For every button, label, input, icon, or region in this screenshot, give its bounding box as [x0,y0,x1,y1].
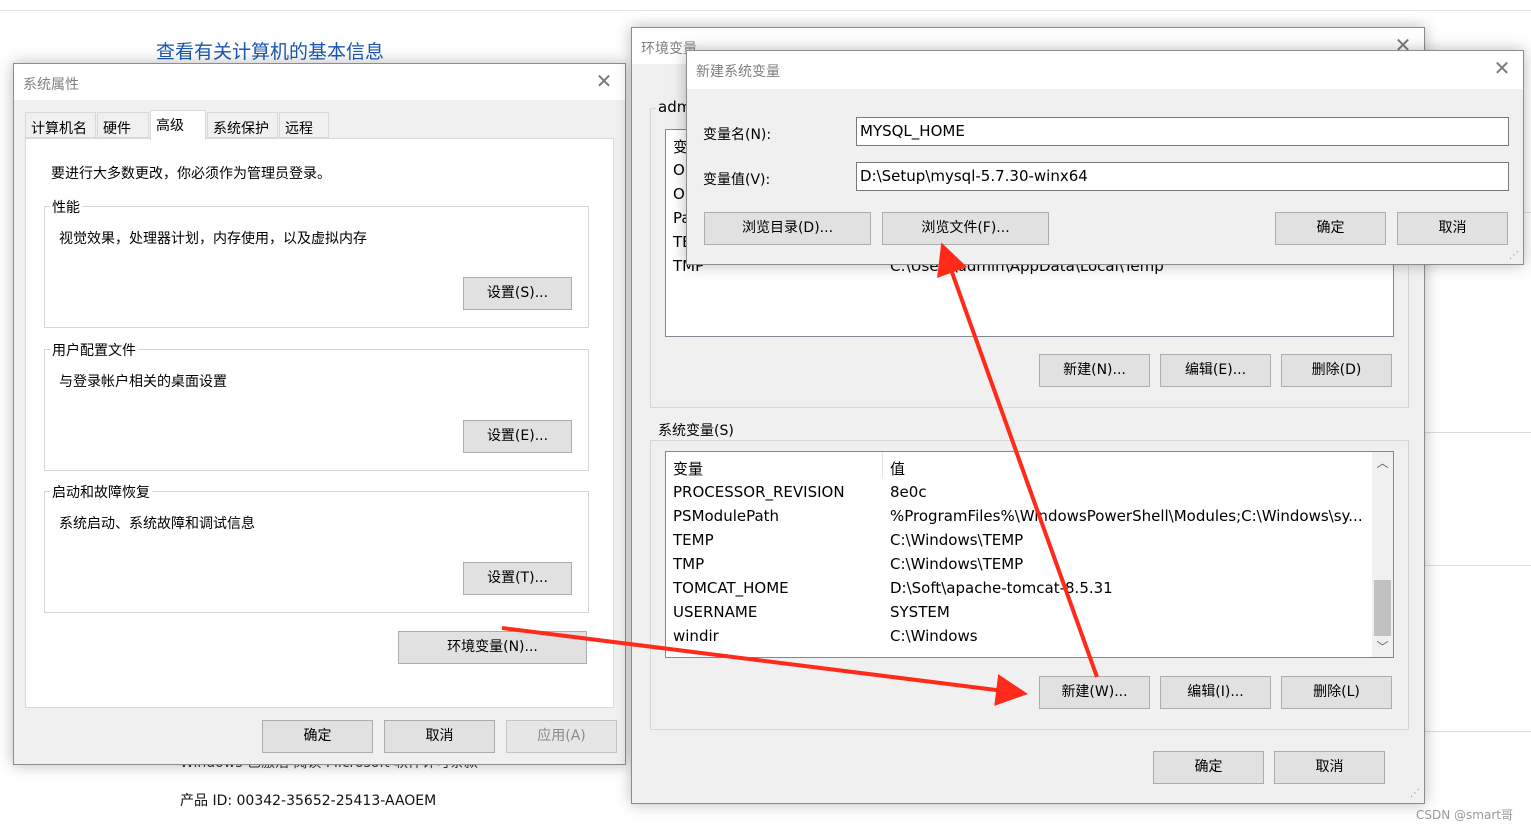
system-edit-button[interactable]: 编辑(I)... [1160,676,1271,709]
table-row-value[interactable]: 8e0c [890,483,927,501]
csdn-watermark: CSDN @smart哥 [1416,808,1513,822]
table-row-name[interactable]: USERNAME [673,603,757,621]
table-row-name[interactable]: TOMCAT_HOME [673,579,789,597]
table-row-value[interactable]: C:\Windows [890,627,978,645]
user-profile-desc: 与登录帐户相关的桌面设置 [59,374,227,390]
user-profile-label: 用户配置文件 [50,340,138,360]
new-system-variable-dialog: 新建系统变量 ✕ 变量名(N): MYSQL_HOME 变量值(V): D:\S… [686,50,1524,265]
newvar-ok-button[interactable]: 确定 [1275,212,1386,245]
startup-recovery-label: 启动和故障恢复 [50,482,152,502]
resize-grip-icon[interactable]: ⋰ [1410,788,1420,799]
envvars-cancel-button[interactable]: 取消 [1274,751,1385,784]
sysprops-apply-button[interactable]: 应用(A) [506,720,617,753]
system-variables-list[interactable]: 变量 值 PROCESSOR_REVISION 8e0c PSModulePat… [665,451,1394,658]
envvars-ok-button[interactable]: 确定 [1153,751,1264,784]
sysprops-titlebar[interactable]: 系统属性 [14,64,625,100]
right-divider-2 [1425,432,1531,433]
system-new-button[interactable]: 新建(W)... [1039,676,1150,709]
tab-hardware[interactable]: 硬件 [97,112,149,138]
table-row-value[interactable]: C:\Windows\TEMP [890,555,1023,573]
startup-recovery-desc: 系统启动、系统故障和调试信息 [59,516,255,532]
page-heading: 查看有关计算机的基本信息 [156,41,385,63]
user-new-button[interactable]: 新建(N)... [1039,354,1150,387]
table-row-value[interactable]: C:\Windows\TEMP [890,531,1023,549]
tab-remote[interactable]: 远程 [279,112,329,138]
scrollbar-thumb[interactable] [1374,580,1391,636]
scroll-down-icon[interactable]: ﹀ [1372,638,1393,656]
environment-variables-button[interactable]: 环境变量(N)... [398,631,587,664]
user-delete-button[interactable]: 删除(D) [1281,354,1392,387]
close-icon[interactable]: ✕ [591,70,617,94]
performance-settings-button[interactable]: 设置(S)... [463,277,572,310]
admin-note: 要进行大多数更改，你必须作为管理员登录。 [51,166,331,182]
system-delete-button[interactable]: 删除(L) [1281,676,1392,709]
system-variables-label: 系统变量(S) [656,420,736,440]
user-edit-button[interactable]: 编辑(E)... [1160,354,1271,387]
advanced-tab-sheet: 要进行大多数更改，你必须作为管理员登录。 性能 视觉效果，处理器计划，内存使用，… [25,138,614,708]
column-header-variable[interactable]: 变量 [673,458,703,479]
newvar-title: 新建系统变量 [696,64,780,80]
scroll-up-icon[interactable]: ︿ [1372,454,1393,472]
table-row-name[interactable]: PROCESSOR_REVISION [673,483,845,501]
startup-recovery-settings-button[interactable]: 设置(T)... [463,562,572,595]
right-divider-3 [1425,565,1531,566]
sysprops-cancel-button[interactable]: 取消 [384,720,495,753]
table-row-name[interactable]: windir [673,627,719,645]
table-row-value[interactable]: D:\Soft\apache-tomcat-8.5.31 [890,579,1113,597]
column-divider [882,452,883,478]
product-id: 产品 ID: 00342-35652-25413-AAOEM [180,793,437,809]
close-icon[interactable]: ✕ [1489,57,1515,81]
right-divider-4 [1425,731,1531,732]
performance-desc: 视觉效果，处理器计划，内存使用，以及虚拟内存 [59,231,367,247]
table-row-name[interactable]: TEMP [673,531,714,549]
system-properties-dialog: 系统属性 ✕ 计算机名 硬件 高级 系统保护 远程 要进行大多数更改，你必须作为… [13,63,626,765]
newvar-cancel-button[interactable]: 取消 [1397,212,1508,245]
table-row-name[interactable]: PSModulePath [673,507,779,525]
table-row-name[interactable]: TMP [673,555,704,573]
variable-value-field[interactable]: D:\Setup\mysql-5.7.30-winx64 [856,162,1509,191]
sysprops-ok-button[interactable]: 确定 [262,720,373,753]
tab-system-protection[interactable]: 系统保护 [207,112,278,138]
browse-directory-button[interactable]: 浏览目录(D)... [704,212,871,245]
column-header-value[interactable]: 值 [890,458,905,479]
performance-label: 性能 [50,197,82,217]
tab-computer-name[interactable]: 计算机名 [25,112,96,138]
variable-value-label: 变量值(V): [703,172,771,188]
top-divider [0,10,1531,11]
table-row-value[interactable]: SYSTEM [890,603,950,621]
newvar-titlebar[interactable]: 新建系统变量 [687,51,1523,89]
sysprops-title: 系统属性 [23,77,79,93]
table-row-value[interactable]: %ProgramFiles%\WindowsPowerShell\Modules… [890,507,1363,525]
resize-grip-icon[interactable]: ⋰ [1509,250,1519,261]
variable-name-field[interactable]: MYSQL_HOME [856,117,1509,146]
user-profile-settings-button[interactable]: 设置(E)... [463,420,572,453]
variable-name-label: 变量名(N): [703,127,772,143]
tab-advanced[interactable]: 高级 [150,110,206,140]
browse-file-button[interactable]: 浏览文件(F)... [882,212,1049,245]
